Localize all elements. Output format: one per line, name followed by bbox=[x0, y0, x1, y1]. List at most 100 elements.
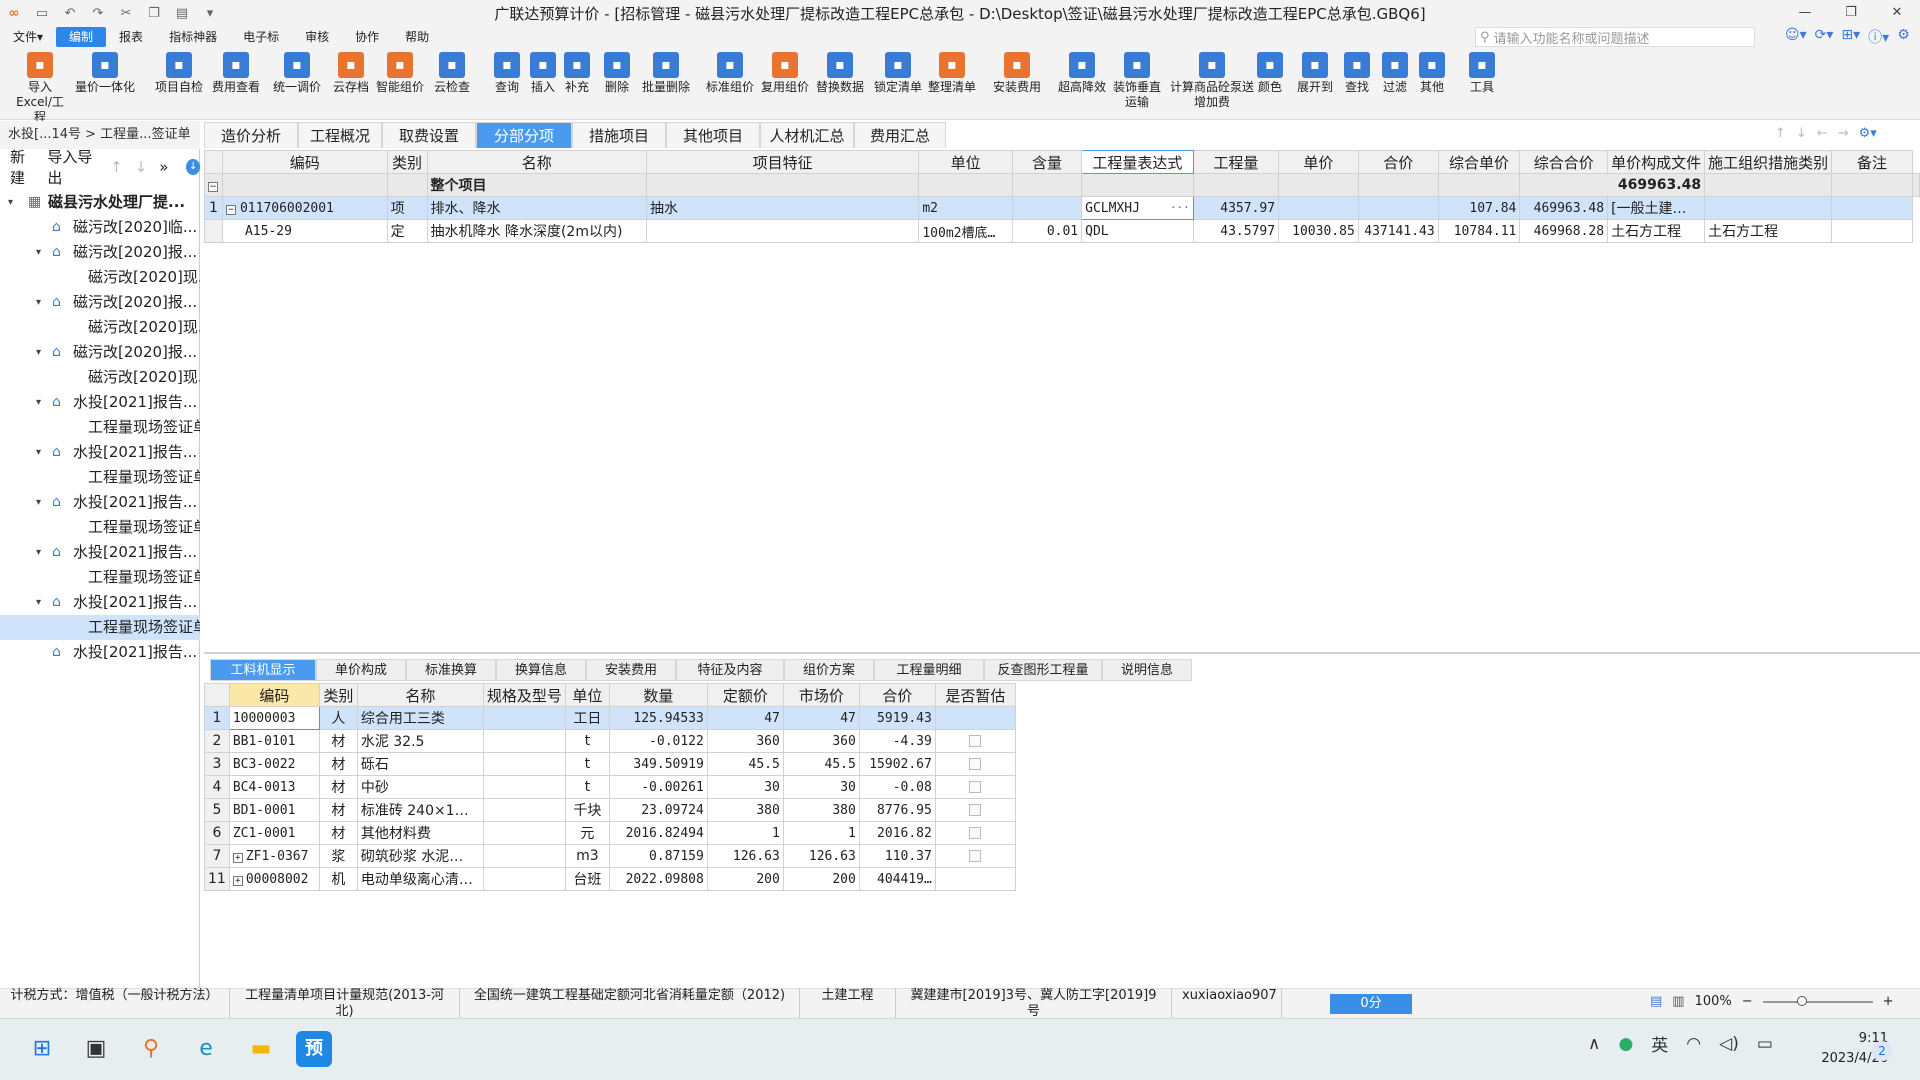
cell-type[interactable]: 材 bbox=[318, 821, 358, 845]
collapse-panel-icon[interactable]: « bbox=[178, 121, 186, 149]
cell-spec[interactable] bbox=[482, 775, 566, 799]
toolbar-organize-list-button[interactable]: ▪ 整理清单 bbox=[925, 52, 979, 95]
cell-qty[interactable]: 2016.82494 bbox=[608, 821, 708, 845]
cell-amount[interactable]: 5919.43 bbox=[858, 706, 936, 730]
cell-feature[interactable] bbox=[645, 219, 920, 243]
main-col-header[interactable]: 工程量表达式 bbox=[1081, 150, 1194, 174]
cell-market[interactable]: 200 bbox=[782, 867, 860, 891]
estimate-checkbox[interactable] bbox=[969, 827, 982, 839]
resource-col-header[interactable]: 编码 bbox=[228, 683, 320, 707]
cell-qty[interactable]: 0.87159 bbox=[608, 844, 708, 868]
cell-type[interactable]: 材 bbox=[318, 798, 358, 822]
cell-amount[interactable]: -0.08 bbox=[858, 775, 936, 799]
cell-name[interactable]: 抽水机降水 降水深度(2m以内) bbox=[426, 219, 647, 243]
toolbar-replace-data-button[interactable]: ▪ 替换数据 bbox=[813, 52, 867, 95]
estimate-checkbox[interactable] bbox=[969, 758, 982, 770]
cell-spec[interactable] bbox=[482, 867, 566, 891]
detail-tab-5[interactable]: 特征及内容 bbox=[676, 659, 784, 681]
settings-icon[interactable]: ⚙ bbox=[1897, 27, 1910, 47]
move-down-icon[interactable]: ↓ bbox=[135, 158, 148, 176]
cell-amount[interactable]: 437141.43 bbox=[1357, 219, 1439, 243]
estimate-checkbox[interactable] bbox=[969, 735, 982, 747]
cell-qty[interactable]: 43.5797 bbox=[1192, 219, 1280, 243]
cell-note[interactable] bbox=[1831, 196, 1913, 220]
cell-unit[interactable]: m2 bbox=[918, 196, 1013, 220]
breadcrumb-text[interactable]: 水投[...14号 > 工程量...签证单 bbox=[8, 127, 191, 142]
menu-item-6[interactable]: 协作 bbox=[342, 27, 392, 47]
cell-price[interactable]: 10030.85 bbox=[1278, 219, 1359, 243]
cell-quota[interactable]: 1 bbox=[706, 821, 784, 845]
tree-item[interactable]: 工程量现场签证单 bbox=[0, 565, 200, 590]
cell-name[interactable]: 其他材料费 bbox=[356, 821, 484, 845]
cell-quota[interactable]: 126.63 bbox=[706, 844, 784, 868]
row-number[interactable]: 1 bbox=[204, 706, 230, 730]
detail-tab-0[interactable]: 工料机显示 bbox=[210, 659, 316, 681]
tree-item[interactable]: 工程量现场签证单 bbox=[0, 415, 200, 440]
cell-amount[interactable]: 15902.67 bbox=[858, 752, 936, 776]
main-col-header[interactable]: 类别 bbox=[386, 150, 428, 174]
cell-qty[interactable]: -0.00261 bbox=[608, 775, 708, 799]
zoom-slider[interactable] bbox=[1762, 995, 1873, 1006]
toolbar-insert-button[interactable]: ▪ 插入 bbox=[528, 52, 558, 95]
expand-arrow-icon[interactable]: ▾ bbox=[36, 390, 41, 415]
cell-unit[interactable]: 台班 bbox=[564, 867, 610, 891]
resource-col-header[interactable]: 规格及型号 bbox=[482, 683, 566, 707]
cell-spec[interactable] bbox=[482, 844, 566, 868]
row-number[interactable]: 3 bbox=[204, 752, 230, 776]
toolbar-find-button[interactable]: ▪ 查找 bbox=[1340, 52, 1374, 95]
cell-type[interactable]: 材 bbox=[318, 775, 358, 799]
toolbar-self-check-button[interactable]: ▪ 项目自检 bbox=[152, 52, 206, 95]
wifi-icon[interactable]: ◠ bbox=[1686, 1034, 1701, 1054]
expand-arrow-icon[interactable]: ▾ bbox=[36, 340, 41, 365]
move-up-icon[interactable]: ↑ bbox=[110, 158, 123, 176]
paste-icon[interactable]: ▤ bbox=[168, 6, 196, 21]
resource-col-header[interactable]: 市场价 bbox=[782, 683, 860, 707]
toolbar-other-button[interactable]: ▪ 其他 bbox=[1415, 52, 1449, 95]
row-number[interactable]: 6 bbox=[204, 821, 230, 845]
tab-7[interactable]: 费用汇总 bbox=[854, 122, 946, 148]
chevron-up-icon[interactable]: ∧ bbox=[1588, 1034, 1600, 1054]
toolbar-import-excel-button[interactable]: ▪ 导入Excel/工程 bbox=[12, 52, 68, 125]
cell-estimate[interactable] bbox=[934, 798, 1016, 822]
tree-item[interactable]: ▾ ⌂ 磁污改[2020]报... bbox=[0, 340, 200, 365]
cell-name[interactable]: 水泥 32.5 bbox=[356, 729, 484, 753]
main-col-header[interactable]: 含量 bbox=[1011, 150, 1083, 174]
cell-estimate[interactable] bbox=[934, 775, 1016, 799]
main-col-header[interactable]: 综合合价 bbox=[1519, 150, 1609, 174]
cell-code[interactable]: ZC1-0001 bbox=[228, 821, 320, 845]
cell-qty[interactable]: 4357.97 bbox=[1192, 196, 1280, 220]
detail-tab-1[interactable]: 单价构成 bbox=[316, 659, 406, 681]
collapse-icon[interactable]: − bbox=[225, 204, 236, 215]
cell-type[interactable]: 机 bbox=[318, 867, 358, 891]
resource-col-header[interactable]: 名称 bbox=[356, 683, 484, 707]
tree-item[interactable]: ▾ ⌂ 磁污改[2020]报... bbox=[0, 290, 200, 315]
arrow-left-icon[interactable]: ← bbox=[1817, 126, 1828, 141]
expand-icon[interactable]: + bbox=[232, 875, 243, 886]
tab-1[interactable]: 工程概况 bbox=[298, 122, 382, 148]
tree-item[interactable]: 磁污改[2020]现... bbox=[0, 265, 200, 290]
resource-row[interactable]: 2 BB1-0101 材水泥 32.5 t -0.0122 360 360 -4.39 bbox=[204, 729, 1016, 753]
row-number[interactable]: 5 bbox=[204, 798, 230, 822]
arrow-down-icon[interactable]: ↓ bbox=[1796, 126, 1807, 141]
row-number[interactable] bbox=[204, 219, 223, 243]
tab-4[interactable]: 措施项目 bbox=[572, 122, 666, 148]
main-col-header[interactable]: 名称 bbox=[426, 150, 647, 174]
tree-item[interactable]: ▾ ⌂ 水投[2021]报告... bbox=[0, 490, 200, 515]
tree-item[interactable]: ▾ ⌂ 水投[2021]报告... bbox=[0, 590, 200, 615]
tab-3[interactable]: 分部分项 bbox=[476, 122, 572, 148]
main-col-header[interactable]: 单位 bbox=[918, 150, 1013, 174]
detail-tab-9[interactable]: 说明信息 bbox=[1102, 659, 1192, 681]
cell-spec[interactable] bbox=[482, 821, 566, 845]
locate-icon[interactable]: ↓ bbox=[186, 159, 200, 175]
cell-unit[interactable]: t bbox=[564, 729, 610, 753]
cell-estimate[interactable] bbox=[934, 821, 1016, 845]
redo-icon[interactable]: ↷ bbox=[84, 6, 112, 21]
menu-item-1[interactable]: 编制 bbox=[56, 27, 107, 47]
user-icon[interactable]: ☺▾ bbox=[1785, 27, 1807, 47]
cell-price-file[interactable]: 土石方工程 bbox=[1607, 219, 1706, 243]
main-col-header[interactable]: 工程量 bbox=[1192, 150, 1280, 174]
toolbar-lock-button[interactable]: ▪ 锁定清单 bbox=[873, 52, 923, 95]
arrow-right-icon[interactable]: → bbox=[1838, 126, 1849, 141]
windows-start-icon[interactable]: ⊞ bbox=[24, 1031, 60, 1067]
cell-name[interactable]: 综合用工三类 bbox=[356, 706, 484, 730]
